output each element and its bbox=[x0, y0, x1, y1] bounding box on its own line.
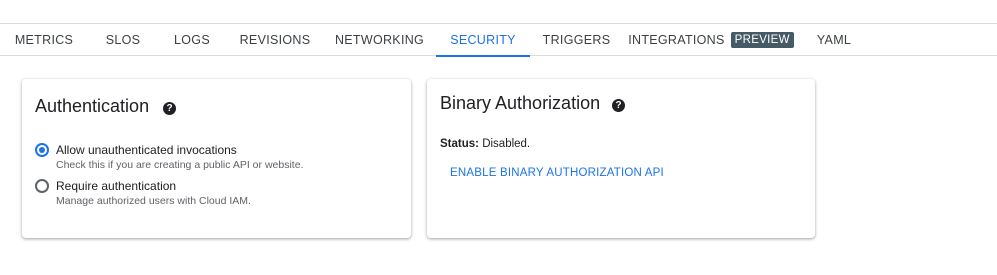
require-authentication-label[interactable]: Require authentication bbox=[56, 179, 176, 193]
tab-metrics[interactable]: METRICS bbox=[15, 24, 73, 56]
allow-unauthenticated-description: Check this if you are creating a public … bbox=[56, 159, 304, 171]
tab-label: YAML bbox=[816, 33, 852, 47]
tab-label: TRIGGERS bbox=[542, 33, 611, 47]
tab-integrations[interactable]: INTEGRATIONS PREVIEW bbox=[628, 24, 794, 56]
tab-revisions[interactable]: REVISIONS bbox=[240, 24, 310, 56]
allow-unauthenticated-label[interactable]: Allow unauthenticated invocations bbox=[56, 143, 237, 157]
status-label: Status: bbox=[440, 138, 479, 150]
help-icon[interactable]: ? bbox=[612, 99, 625, 112]
tab-networking[interactable]: NETWORKING bbox=[335, 24, 424, 56]
help-icon[interactable]: ? bbox=[163, 102, 176, 115]
tab-logs[interactable]: LOGS bbox=[174, 24, 210, 56]
tab-label: METRICS bbox=[14, 33, 74, 47]
require-authentication-radio[interactable] bbox=[35, 179, 49, 193]
tab-triggers[interactable]: TRIGGERS bbox=[543, 24, 610, 56]
status-value: Disabled. bbox=[482, 138, 531, 150]
status-line: Status: Disabled. bbox=[440, 138, 530, 150]
tab-label: NETWORKING bbox=[334, 33, 425, 47]
tab-label: SECURITY bbox=[450, 33, 516, 47]
tab-yaml[interactable]: YAML bbox=[816, 24, 852, 56]
require-authentication-description: Manage authorized users with Cloud IAM. bbox=[56, 195, 251, 207]
binary-authorization-card: Binary Authorization ? Status: Disabled.… bbox=[427, 79, 815, 238]
authentication-card: Authentication ? Allow unauthenticated i… bbox=[22, 79, 411, 238]
binary-authorization-title: Binary Authorization bbox=[440, 93, 601, 113]
preview-badge: PREVIEW bbox=[730, 32, 794, 48]
allow-unauthenticated-radio[interactable] bbox=[35, 143, 49, 157]
tab-bar: METRICS SLOS LOGS REVISIONS NETWORKING S… bbox=[0, 24, 997, 57]
tab-label: LOGS bbox=[174, 33, 210, 47]
tab-label: INTEGRATIONS bbox=[628, 33, 725, 47]
tab-label: SLOS bbox=[105, 33, 141, 47]
tab-label: REVISIONS bbox=[239, 33, 311, 47]
top-divider bbox=[0, 0, 997, 24]
tab-security[interactable]: SECURITY bbox=[436, 24, 530, 57]
tab-slos[interactable]: SLOS bbox=[105, 24, 141, 56]
enable-binary-authorization-button[interactable]: ENABLE BINARY AUTHORIZATION API bbox=[450, 167, 664, 179]
authentication-title: Authentication bbox=[35, 96, 150, 116]
